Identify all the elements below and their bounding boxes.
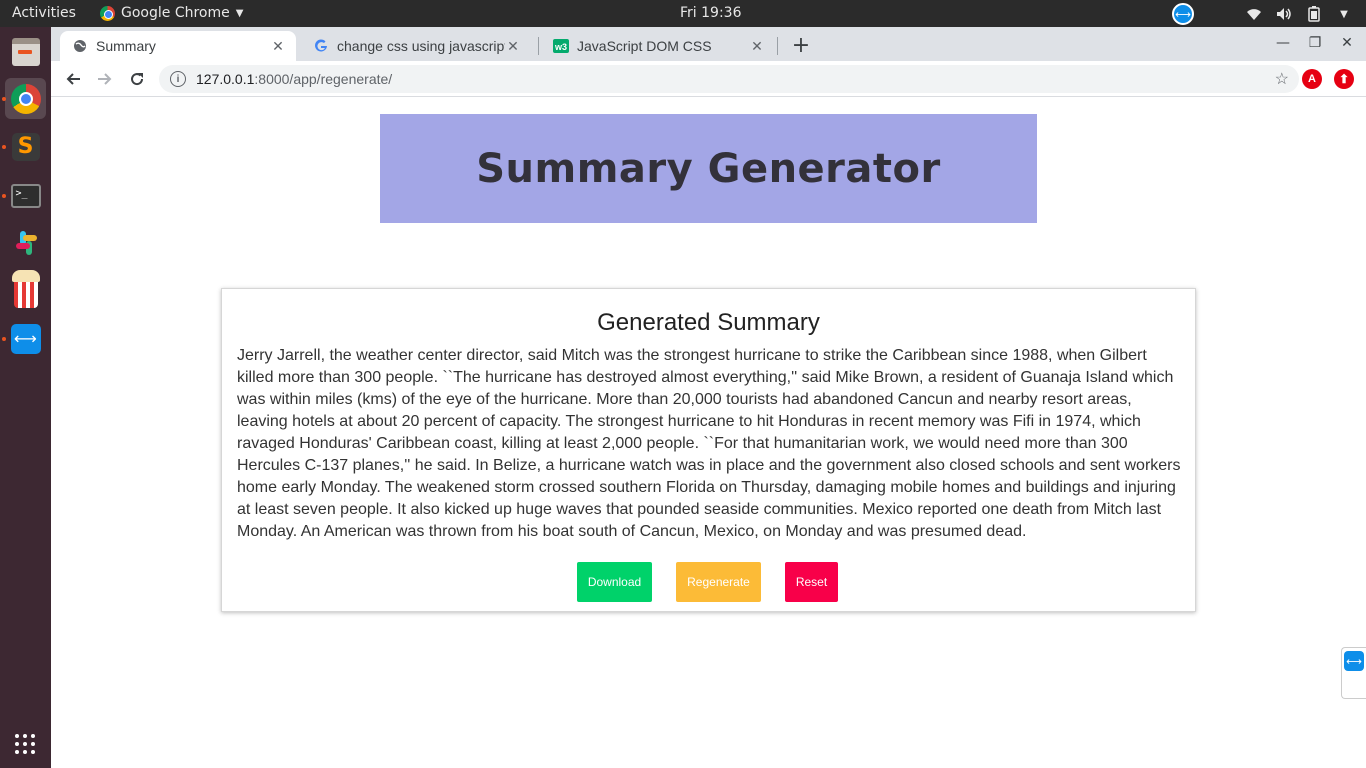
svg-text:w3: w3 — [554, 42, 567, 52]
popcorn-time-icon — [11, 269, 40, 308]
new-tab-icon[interactable]: + — [789, 33, 813, 58]
terminal-icon: >_ — [10, 183, 41, 208]
running-indicator — [2, 337, 6, 341]
reset-button[interactable]: Reset — [785, 562, 838, 602]
summary-card: Generated Summary Jerry Jarrell, the wea… — [221, 288, 1196, 612]
tab-title: Summary — [96, 38, 156, 54]
close-icon[interactable]: ✕ — [749, 38, 765, 54]
clock[interactable]: Fri 19:36 — [680, 5, 741, 21]
tab-separator — [538, 37, 539, 55]
tab-google-search[interactable]: change css using javascript ✕ — [301, 31, 531, 61]
dock-teamviewer[interactable]: ⟷ — [5, 318, 46, 359]
chrome-icon — [100, 5, 115, 21]
system-tray[interactable]: ⟷ ▼ — [1172, 3, 1352, 25]
close-icon[interactable]: ✕ — [270, 38, 286, 54]
dock-sublime[interactable]: S — [5, 126, 46, 167]
dock-files[interactable] — [5, 31, 46, 72]
teamviewer-side-panel[interactable]: ⟷ — [1341, 647, 1366, 699]
teamviewer-icon: ⟷ — [1344, 651, 1364, 671]
tab-title: JavaScript DOM CSS — [577, 38, 712, 54]
tab-w3schools[interactable]: w3 JavaScript DOM CSS ✕ — [541, 31, 775, 61]
chevron-down-icon: ▼ — [235, 7, 244, 19]
page-title: Summary Generator — [476, 145, 941, 192]
close-window-icon[interactable]: ✕ — [1337, 33, 1357, 53]
browser-toolbar: i 127.0.0.1:8000/app/regenerate/ ☆ A ⬆ — [51, 61, 1366, 97]
dock-chrome[interactable] — [5, 78, 46, 119]
tab-title: change css using javascript — [337, 38, 505, 54]
show-applications-icon[interactable] — [15, 734, 35, 754]
tab-strip: Summary ✕ change css using javascript ✕ … — [51, 27, 1366, 61]
address-bar[interactable]: i 127.0.0.1:8000/app/regenerate/ ☆ — [159, 65, 1299, 93]
running-indicator — [2, 97, 6, 101]
volume-icon[interactable] — [1276, 6, 1292, 22]
dock-slack[interactable] — [5, 222, 46, 263]
close-icon[interactable]: ✕ — [505, 38, 521, 54]
w3schools-icon: w3 — [553, 38, 569, 54]
slack-icon — [12, 229, 40, 257]
card-title: Generated Summary — [597, 309, 820, 336]
tab-separator — [777, 37, 778, 55]
reload-icon[interactable] — [125, 67, 149, 91]
bookmark-star-icon[interactable]: ☆ — [1275, 69, 1289, 89]
dock-terminal[interactable]: >_ — [5, 175, 46, 216]
regenerate-button[interactable]: Regenerate — [676, 562, 761, 602]
ubuntu-dock: S >_ ⟷ — [0, 27, 51, 768]
files-icon — [11, 37, 40, 66]
chrome-icon — [10, 83, 41, 114]
info-icon[interactable]: i — [170, 71, 186, 87]
sublime-text-icon: S — [11, 132, 40, 161]
dock-popcorn-time[interactable] — [5, 269, 46, 311]
battery-icon[interactable] — [1306, 6, 1322, 22]
google-icon — [313, 38, 329, 54]
running-indicator — [2, 194, 6, 198]
url-path: :8000/app/regenerate/ — [254, 71, 393, 87]
url-host: 127.0.0.1 — [196, 71, 255, 87]
wifi-icon[interactable] — [1246, 6, 1262, 22]
restore-icon[interactable]: ❐ — [1305, 33, 1325, 53]
globe-icon — [72, 38, 88, 54]
minimize-icon[interactable]: — — [1273, 33, 1293, 53]
download-button[interactable]: Download — [577, 562, 652, 602]
system-top-bar: Activities Google Chrome ▼ Fri 19:36 ⟷ ▼ — [0, 0, 1366, 27]
teamviewer-icon: ⟷ — [10, 323, 41, 354]
running-indicator — [2, 145, 6, 149]
app-menu-label: Google Chrome — [121, 5, 230, 21]
app-menu[interactable]: Google Chrome ▼ — [100, 5, 243, 21]
activities-button[interactable]: Activities — [12, 5, 76, 21]
summary-text: Jerry Jarrell, the weather center direct… — [237, 347, 1181, 540]
adblock-extension-icon[interactable]: A — [1302, 69, 1322, 89]
page-content: Summary Generator Generated Summary Jerr… — [51, 97, 1366, 768]
tab-summary[interactable]: Summary ✕ — [60, 31, 296, 61]
forward-icon[interactable] — [93, 67, 117, 91]
system-menu-chevron-icon[interactable]: ▼ — [1336, 6, 1352, 22]
back-icon[interactable] — [61, 67, 85, 91]
teamviewer-tray-icon[interactable]: ⟷ — [1172, 3, 1194, 25]
extension-icon[interactable]: ⬆ — [1334, 69, 1354, 89]
header-banner: Summary Generator — [380, 114, 1037, 223]
